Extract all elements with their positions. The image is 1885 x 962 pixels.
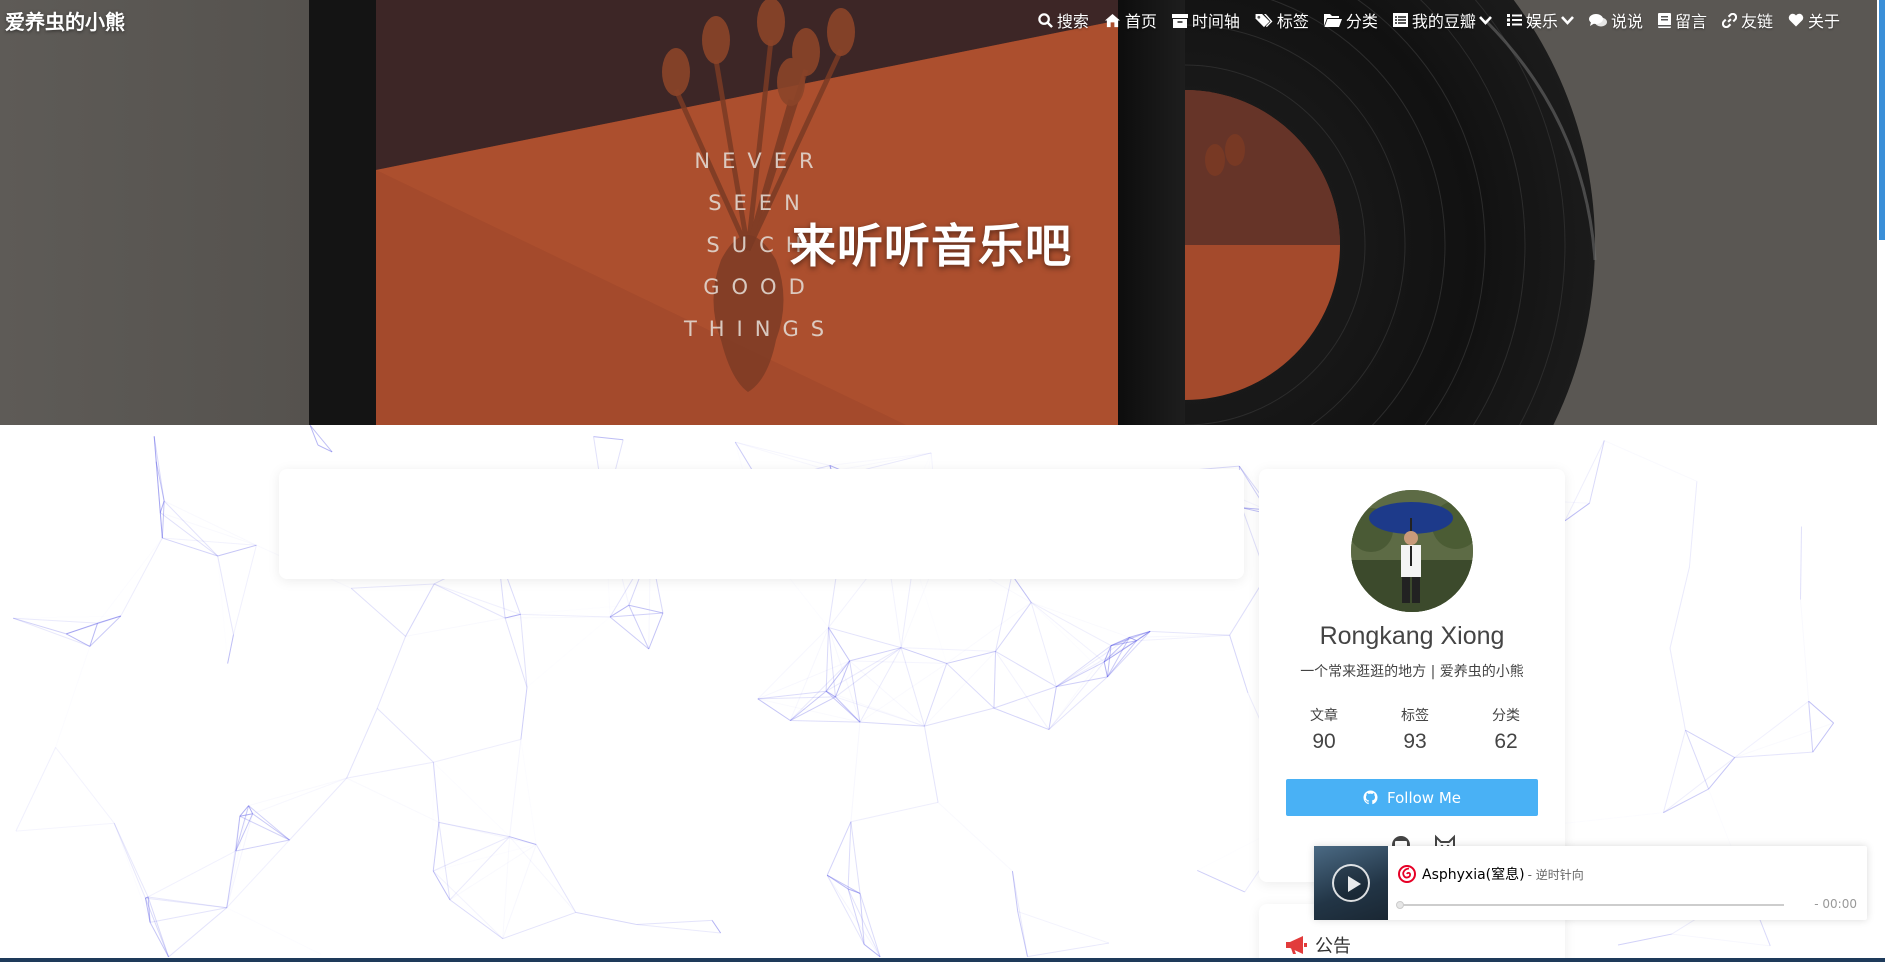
stat-value: 93: [1403, 730, 1427, 753]
nav-label: 友链: [1740, 12, 1773, 31]
chevron-down-icon: [1560, 16, 1574, 25]
stat-label: 分类: [1492, 708, 1520, 724]
nav-label: 首页: [1124, 12, 1157, 31]
author-profile-card: Rongkang Xiong 一个常来逛逛的地方 | 爱养虫的小熊 文章 90 …: [1259, 469, 1565, 882]
nav-item-links[interactable]: 友链: [1721, 8, 1773, 32]
hero-banner: NEVER SEEN SUCH GOOD THINGS 来听听音乐吧: [0, 0, 1877, 425]
site-brand[interactable]: 爱养虫的小熊: [5, 6, 125, 35]
stat-value: 90: [1312, 730, 1336, 753]
avatar[interactable]: [1351, 490, 1473, 612]
follow-me-button[interactable]: Follow Me: [1286, 779, 1538, 816]
nav-label: 分类: [1345, 12, 1378, 31]
nav-item-timeline[interactable]: 时间轴: [1171, 8, 1240, 32]
nav-label: 我的豆瓣: [1411, 12, 1476, 31]
stat-articles[interactable]: 文章 90: [1289, 705, 1359, 754]
album-text-line: NEVER: [694, 149, 826, 173]
stat-label: 标签: [1401, 708, 1429, 724]
progress-handle[interactable]: [1396, 901, 1404, 909]
playback-time: - 00:00: [1814, 897, 1857, 911]
nav-label: 说说: [1610, 12, 1643, 31]
stat-categories[interactable]: 分类 62: [1471, 705, 1541, 754]
progress-bar[interactable]: [1396, 901, 1784, 909]
nav-label: 留言: [1674, 12, 1707, 31]
nav-item-douban[interactable]: 我的豆瓣: [1392, 8, 1492, 32]
chevron-down-icon: [1478, 16, 1492, 25]
bullhorn-icon: [1286, 936, 1307, 954]
announcement-heading: 公告: [1285, 932, 1351, 958]
follow-label: Follow Me: [1387, 788, 1461, 807]
song-info: Asphyxia(窒息) - 逆时针向: [1398, 864, 1584, 884]
album-edge: [309, 0, 377, 425]
album-text-line: THINGS: [683, 317, 837, 341]
main-nav: 搜索 首页 时间轴 标签 分类 我的豆瓣 娱乐 说说 留言 友链 关于: [1023, 7, 1840, 33]
nav-label: 搜索: [1056, 12, 1089, 31]
stat-label: 文章: [1310, 708, 1338, 724]
home-icon: [1104, 13, 1120, 27]
list-icon: [1506, 14, 1522, 26]
nav-item-home[interactable]: 首页: [1104, 8, 1157, 32]
nav-item-talks[interactable]: 说说: [1588, 8, 1643, 32]
heart-icon: [1788, 13, 1804, 27]
nav-item-tags[interactable]: 标签: [1255, 8, 1309, 32]
github-icon: [1363, 790, 1378, 805]
nav-label: 时间轴: [1191, 12, 1240, 31]
nav-label: 娱乐: [1525, 12, 1558, 31]
nav-item-about[interactable]: 关于: [1788, 8, 1840, 32]
search-icon: [1038, 12, 1053, 28]
nav-item-categories[interactable]: 分类: [1323, 8, 1378, 32]
folder-open-icon: [1323, 14, 1342, 27]
announcement-title: 公告: [1315, 936, 1351, 957]
page-title: 来听听音乐吧: [790, 219, 1072, 273]
nav-item-entertainment[interactable]: 娱乐: [1506, 8, 1574, 32]
mini-music-player: Asphyxia(窒息) - 逆时针向 - 00:00: [1314, 846, 1867, 920]
nav-item-search[interactable]: 搜索: [1038, 8, 1089, 32]
vinyl-record-image: [1185, 0, 1877, 425]
song-artist: - 逆时针向: [1527, 867, 1584, 882]
site-stats: 文章 90 标签 93 分类 62: [1289, 705, 1541, 754]
netease-music-icon: [1398, 865, 1416, 883]
hero-background: [0, 0, 310, 425]
album-spine: [1118, 0, 1186, 425]
book-icon: [1657, 12, 1671, 28]
stat-tags[interactable]: 标签 93: [1380, 705, 1450, 754]
nav-label: 关于: [1807, 12, 1840, 31]
music-player-card: [279, 469, 1244, 579]
archive-icon: [1171, 13, 1188, 28]
footer-edge: [0, 958, 1885, 962]
nav-item-guestbook[interactable]: 留言: [1657, 8, 1707, 32]
link-icon: [1721, 12, 1737, 28]
list-alt-icon: [1392, 13, 1408, 27]
comments-icon: [1588, 13, 1607, 26]
scrollbar-thumb[interactable]: [1879, 0, 1885, 240]
tags-icon: [1255, 13, 1273, 27]
author-description: 一个常来逛逛的地方 | 爱养虫的小熊: [1300, 664, 1524, 680]
nav-label: 标签: [1276, 12, 1309, 31]
author-name: Rongkang Xiong: [1319, 622, 1505, 650]
stat-value: 62: [1494, 730, 1518, 753]
play-button[interactable]: [1332, 864, 1370, 902]
song-cover: [1314, 846, 1388, 920]
song-title: Asphyxia(窒息): [1422, 867, 1525, 883]
